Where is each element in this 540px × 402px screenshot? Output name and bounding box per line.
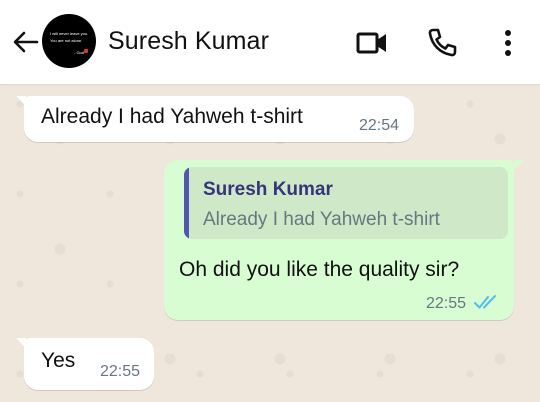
avatar[interactable]: I will never leave you. You are not alon… [42, 14, 96, 68]
phone-icon[interactable] [424, 25, 460, 61]
heart-icon [84, 49, 88, 53]
message-time: 22:54 [359, 117, 400, 134]
reply-quote[interactable]: Suresh Kumar Already I had Yahweh t-shir… [184, 167, 508, 239]
message-bubble-incoming[interactable]: Yes 22:55 [24, 338, 154, 390]
message-time: 22:55 [426, 295, 467, 312]
message-time: 22:55 [100, 363, 141, 380]
bubble-tail [16, 338, 26, 348]
message-bubble-incoming[interactable]: Already I had Yahweh t-shirt 22:54 [24, 96, 414, 142]
more-vert-icon[interactable] [490, 25, 526, 61]
quote-bar [184, 167, 189, 239]
avatar-text-line1: I will never leave you. [50, 31, 89, 36]
arrow-left-icon[interactable] [10, 27, 40, 57]
message-text: Oh did you like the quality sir? [179, 258, 460, 281]
bubble-tail [514, 160, 524, 170]
message-text: Yes [41, 349, 76, 372]
quote-author: Suresh Kumar [203, 179, 333, 200]
message-bubble-outgoing[interactable]: Suresh Kumar Already I had Yahweh t-shir… [164, 160, 514, 320]
chat-header: I will never leave you. You are not alon… [0, 0, 540, 84]
bubble-tail [16, 96, 26, 106]
video-call-icon[interactable] [354, 25, 390, 61]
double-check-icon [474, 295, 496, 309]
contact-name[interactable]: Suresh Kumar [108, 27, 269, 56]
message-text: Already I had Yahweh t-shirt [41, 105, 303, 128]
avatar-text-line2: You are not alone. [50, 38, 83, 43]
quote-text: Already I had Yahweh t-shirt [203, 209, 440, 230]
